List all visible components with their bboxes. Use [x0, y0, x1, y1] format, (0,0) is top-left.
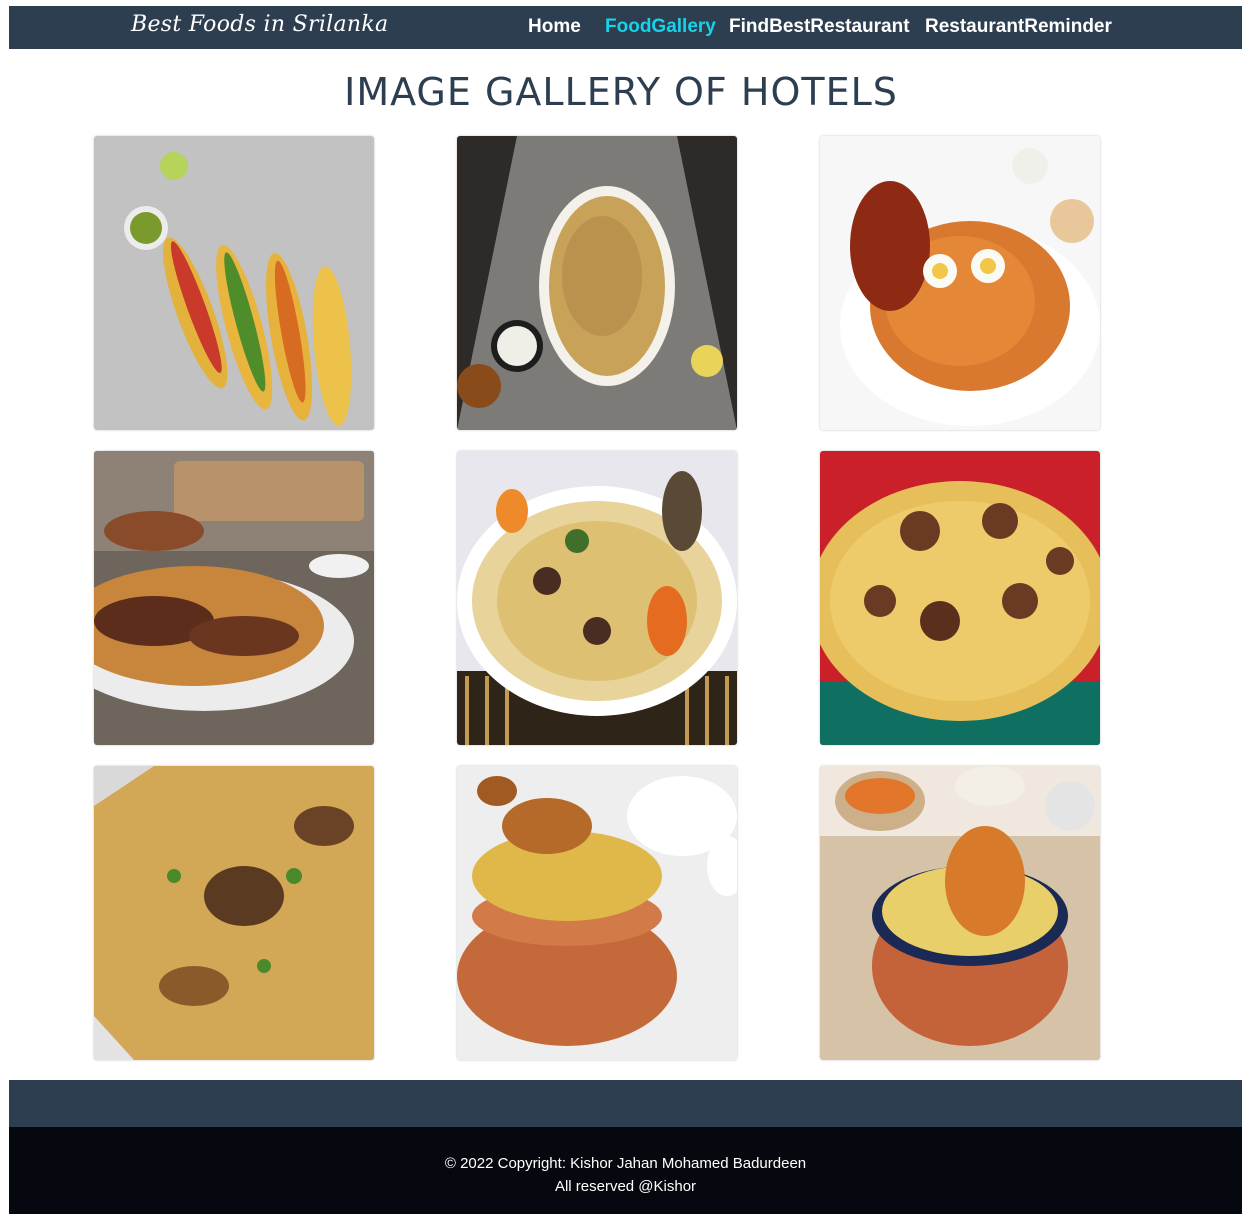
nav-home[interactable]: Home: [528, 16, 581, 38]
footer-rights: All reserved @Kishor: [554, 1178, 697, 1195]
gallery-image-biryani-plate[interactable]: [457, 136, 737, 430]
footer-copyright: © 2022 Copyright: Kishor Jahan Mohamed B…: [444, 1155, 807, 1172]
gallery-image-beef-biryani[interactable]: [820, 451, 1100, 745]
gallery-image-chicken-biryani-egg[interactable]: [820, 136, 1100, 430]
gallery-image-biryani-closeup[interactable]: [94, 766, 374, 1060]
page-title: IMAGE GALLERY OF HOTELS: [344, 70, 898, 114]
footer: © 2022 Copyright: Kishor Jahan Mohamed B…: [9, 1127, 1242, 1214]
gallery-image-handi-biryani[interactable]: [820, 766, 1100, 1060]
navbar: Best Foods in Srilanka Home FoodGallery …: [9, 6, 1242, 49]
gallery-image-biryani-bowl[interactable]: [457, 451, 737, 745]
nav-find-best-restaurant[interactable]: FindBestRestaurant: [729, 16, 910, 38]
gallery-image-mutton-biryani[interactable]: [94, 451, 374, 745]
brand-logo[interactable]: Best Foods in Srilanka: [131, 12, 388, 37]
gallery-image-tacos[interactable]: [94, 136, 374, 430]
nav-food-gallery[interactable]: FoodGallery: [605, 16, 716, 38]
gallery-image-clay-pot-biryani[interactable]: [457, 766, 737, 1060]
footer-bar: [9, 1080, 1242, 1127]
nav-restaurant-reminder[interactable]: RestaurantReminder: [925, 16, 1112, 38]
